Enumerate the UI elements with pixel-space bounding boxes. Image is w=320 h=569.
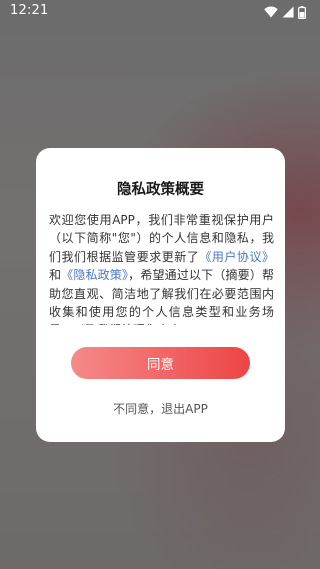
status-time: 12:21 — [10, 3, 49, 18]
wifi-icon — [264, 6, 278, 18]
agree-button-label: 同意 — [147, 357, 174, 373]
user-agreement-link[interactable]: 《用户协议》 — [199, 250, 274, 264]
status-bar: 12:21 — [0, 0, 320, 24]
dialog-body-text[interactable]: 欢迎您使用APP，我们非常重视保护用户（以下简称"您"）的个人信息和隐私，我们我… — [49, 211, 274, 325]
privacy-policy-dialog: 隐私政策概要 欢迎您使用APP，我们非常重视保护用户（以下简称"您"）的个人信息… — [36, 148, 285, 442]
status-icons — [264, 5, 306, 19]
privacy-policy-link[interactable]: 《隐私政策》 — [61, 268, 128, 282]
cellular-signal-icon — [282, 6, 294, 18]
disagree-exit-button[interactable]: 不同意，退出APP — [36, 400, 285, 417]
body-text-segment: 和 — [49, 268, 62, 283]
battery-icon — [298, 5, 306, 19]
agree-button[interactable]: 同意 — [71, 347, 250, 379]
dialog-title: 隐私政策概要 — [117, 182, 204, 198]
screen-background: 12:21 隐私政策概要 欢迎您使用APP，我们非常重视保护用户（以下简称"您"… — [0, 0, 320, 569]
